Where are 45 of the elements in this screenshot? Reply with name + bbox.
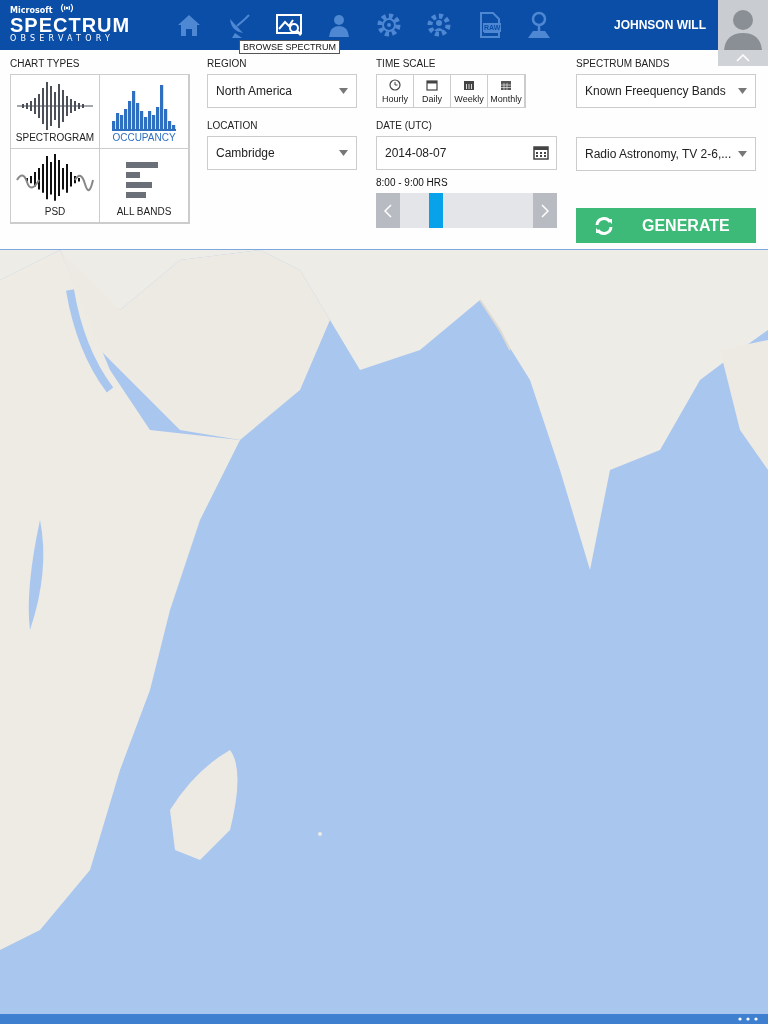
location-dropdown[interactable]: Cambridge xyxy=(207,136,357,170)
chart-type-button[interactable]: OCCUPANCY xyxy=(100,75,189,149)
chart-type-button[interactable]: PSD xyxy=(11,149,100,223)
calendar-icon[interactable] xyxy=(533,146,549,160)
antenna-icon xyxy=(60,3,74,15)
brand-name: Microsoft xyxy=(10,7,53,15)
caret-icon xyxy=(738,88,747,94)
caret-icon xyxy=(339,150,348,156)
calendar-icon xyxy=(500,78,512,91)
chevron-left-icon xyxy=(384,203,392,218)
clock-icon xyxy=(389,78,401,91)
time-slider[interactable] xyxy=(400,193,533,228)
next-button[interactable] xyxy=(533,193,557,228)
refresh-icon xyxy=(594,215,614,236)
section-label: TIME SCALE xyxy=(376,58,437,69)
time-scale-button[interactable]: Weekly xyxy=(451,75,488,107)
app-logo-subtitle: OBSERVATORY xyxy=(10,35,115,43)
nav-button[interactable] xyxy=(375,11,403,39)
chart-type-button[interactable]: SPECTROGRAM xyxy=(11,75,100,149)
section-label: LOCATION xyxy=(207,120,259,131)
calendar-icon xyxy=(426,78,438,91)
slider-thumb[interactable] xyxy=(428,193,443,228)
time-range-label: 8:00 - 9:00 HRS xyxy=(376,177,449,188)
chart-type-button[interactable]: ALL BANDS xyxy=(100,149,189,223)
section-label: REGION xyxy=(207,58,248,69)
date-field[interactable]: 2014-08-07 xyxy=(376,136,557,170)
more-icon[interactable] xyxy=(736,1017,760,1021)
bands-dropdown[interactable]: Radio Astronomy, TV 2-6,... xyxy=(576,137,756,171)
caret-icon xyxy=(339,88,348,94)
app-logo-title: SPECTRUM xyxy=(10,15,131,35)
time-scale-button[interactable]: Monthly xyxy=(488,75,525,107)
user-name: JOHNSON WILL xyxy=(614,18,706,32)
band-type-dropdown[interactable]: Known Freequency Bands xyxy=(576,74,756,108)
nav-button[interactable] xyxy=(525,11,553,39)
region-dropdown[interactable]: North America xyxy=(207,74,357,108)
calendar-icon xyxy=(463,78,475,91)
chevron-right-icon xyxy=(541,203,549,218)
avatar[interactable] xyxy=(718,0,768,50)
caret-icon xyxy=(738,151,747,157)
tooltip: BROWSE SPECTRUM xyxy=(239,40,340,54)
section-label: CHART TYPES xyxy=(10,58,81,69)
nav-button[interactable] xyxy=(425,11,453,39)
previous-button[interactable] xyxy=(376,193,400,228)
section-label: DATE (UTC) xyxy=(376,120,433,131)
section-label: SPECTRUM BANDS xyxy=(576,58,671,69)
